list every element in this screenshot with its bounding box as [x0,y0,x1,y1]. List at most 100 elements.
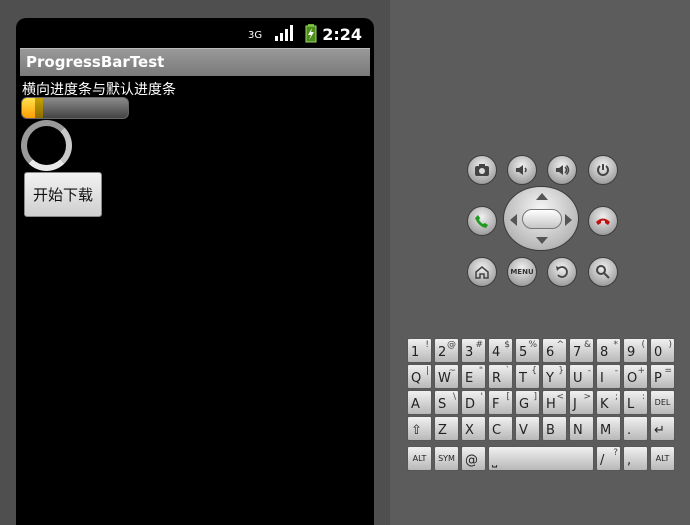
key-row1-9[interactable]: 0) [650,338,675,363]
key-row2-4[interactable]: T{ [515,364,540,389]
key-row3-8[interactable]: L: [623,390,648,415]
key-row1-2[interactable]: 3 # [461,338,486,363]
call-icon[interactable] [467,206,497,236]
key-row2-3[interactable]: R ` [488,364,513,389]
key-label: ⇧ [411,423,422,438]
key-label: / [600,453,605,468]
dpad-down-icon[interactable] [536,237,548,244]
home-icon[interactable] [467,257,497,287]
key-label: B [546,423,555,438]
key-row4-7[interactable]: M [596,416,621,441]
key-row2-2[interactable]: E " [461,364,486,389]
key-label: . [627,423,632,438]
key-row4-9[interactable]: ↵ [650,416,675,441]
dpad-up-icon[interactable] [536,193,548,200]
key-label: 8 [600,345,609,360]
key-label: 4 [492,345,501,360]
key-symbol: [ [506,392,510,402]
menu-label: MENU [510,268,534,276]
key-row3-3[interactable]: F[ [488,390,513,415]
key-symbol: @ [447,340,456,350]
key-symbol: = [664,366,672,376]
key-row2-9[interactable]: P = [650,364,675,389]
key-row1-8[interactable]: 9( [623,338,648,363]
volume-up-icon[interactable] [547,155,577,185]
key-row3-0[interactable]: A [407,390,432,415]
key-row2-1[interactable]: W ~ [434,364,459,389]
power-icon[interactable] [588,155,618,185]
key-row3-9[interactable]: DEL [650,390,675,415]
key-label: Y [546,371,554,386]
key-label: 6 [546,345,555,360]
key-row4-4[interactable]: V [515,416,540,441]
key-row5-0[interactable]: ALT [407,446,432,471]
key-symbol: ^ [556,340,564,350]
key-row3-6[interactable]: J > [569,390,594,415]
key-symbol: { [531,366,537,376]
qwerty-keyboard: 1! 2 @3 #4 $5% 6 ^ 7 & 8 * 9(0) Q | W ~ E " R ` T{Y} U - I - O + P =… [407,338,679,471]
key-row4-1[interactable]: Z [434,416,459,441]
key-row5-1[interactable]: SYM [434,446,459,471]
key-label: ALT [412,454,427,463]
dpad-center-button[interactable] [522,209,562,229]
emulator-frame: 3G 2:24 ProgressBarTest 横向进度条与默认进度条 开始下载 [0,0,390,525]
key-row2-6[interactable]: U- [569,364,594,389]
key-symbol: & [583,340,591,350]
key-row4-8[interactable]: . [623,416,648,441]
status-time: 2:24 [322,25,362,44]
key-symbol: ` [505,366,511,376]
key-row4-0[interactable]: ⇧ [407,416,432,441]
key-row4-2[interactable]: X [461,416,486,441]
key-symbol: ~ [448,366,456,376]
app-title: ProgressBarTest [26,53,165,71]
key-row3-4[interactable]: G] [515,390,540,415]
key-row1-3[interactable]: 4 $ [488,338,513,363]
key-row4-6[interactable]: N [569,416,594,441]
key-symbol: ( [641,340,645,350]
search-icon[interactable] [588,257,618,287]
key-row1-1[interactable]: 2 @ [434,338,459,363]
svg-text:3G: 3G [248,30,262,41]
menu-button[interactable]: MENU [507,257,537,287]
key-row1-4[interactable]: 5% [515,338,540,363]
key-row4-3[interactable]: C [488,416,513,441]
key-row4-5[interactable]: B [542,416,567,441]
key-row1-6[interactable]: 7 & [569,338,594,363]
key-row5-4[interactable]: /? [596,446,621,471]
key-label: V [519,423,528,438]
key-symbol: ? [613,448,618,458]
key-row2-0[interactable]: Q | [407,364,432,389]
back-icon[interactable] [547,257,577,287]
key-row5-5[interactable]: , [623,446,648,471]
dpad-right-icon[interactable] [565,214,572,226]
key-row5-3[interactable]: ⎵ [488,446,594,471]
key-symbol: " [478,366,483,376]
key-row3-2[interactable]: D ' [461,390,486,415]
key-row1-5[interactable]: 6 ^ [542,338,567,363]
camera-icon[interactable] [467,155,497,185]
dpad[interactable] [503,186,579,251]
key-row1-0[interactable]: 1! [407,338,432,363]
key-row2-5[interactable]: Y} [542,364,567,389]
key-row5-6[interactable]: ALT [650,446,675,471]
key-row3-7[interactable]: K; [596,390,621,415]
key-symbol: | [425,366,429,376]
key-row3-1[interactable]: S \ [434,390,459,415]
volume-down-icon[interactable] [507,155,537,185]
key-label: Z [438,423,447,438]
key-label: E [465,371,474,386]
key-row3-5[interactable]: H < [542,390,567,415]
start-download-button[interactable]: 开始下载 [24,172,102,217]
key-row5-2[interactable]: @ [461,446,486,471]
key-row2-8[interactable]: O + [623,364,648,389]
key-row1-7[interactable]: 8 * [596,338,621,363]
signal-icon [275,25,293,41]
key-label: U [573,371,583,386]
end-call-icon[interactable] [588,206,618,236]
key-row2-7[interactable]: I- [596,364,621,389]
dpad-left-icon[interactable] [510,214,517,226]
key-label: D [465,397,476,412]
key-label: X [465,423,474,438]
key-label: G [519,397,530,412]
key-label: @ [465,453,478,468]
